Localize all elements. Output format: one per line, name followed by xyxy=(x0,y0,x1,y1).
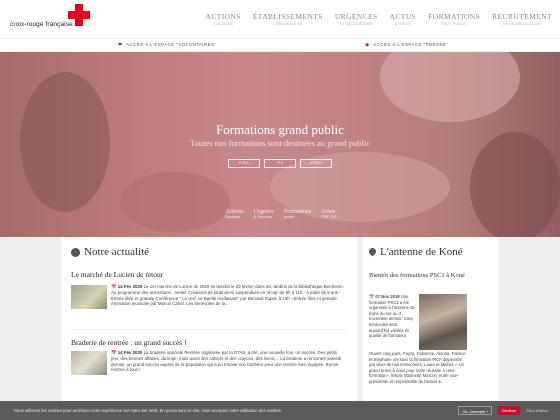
calendar-icon: 📅 xyxy=(369,294,375,299)
nav-recrutement[interactable]: RECRUTEMENT DE LA DÉLÉGATION xyxy=(492,12,552,26)
hero-title: Formations grand public xyxy=(216,122,344,137)
news-column: Notre actualité Le marché de Lucien de r… xyxy=(61,237,357,420)
article-title[interactable]: Le marché de Lucien de retour xyxy=(71,270,163,279)
logo-actions-sociales[interactable]: Actions Sociales xyxy=(225,209,244,219)
nav-formations[interactable]: FORMATIONS TOUT PUBLIC xyxy=(428,12,480,26)
red-cross-logo[interactable] xyxy=(68,4,90,26)
access-bar: ❤ ACCÈS À L'ESPACE "VOLONTAIRES" ◉ ACCÈS… xyxy=(0,38,560,52)
map-pin-icon xyxy=(369,248,376,257)
antenna-post-excerpt-continued: Ouvert cinq jours, Fayza, Fabienne, Alon… xyxy=(369,351,466,384)
news-heading: Notre actualité xyxy=(71,246,149,258)
cookie-decline-button[interactable]: Décliner xyxy=(498,406,520,415)
antenna-column: L'antenne de Koné Bientôt des formations… xyxy=(363,237,499,420)
hero-subtitle: Toutes nos formations sont destinées au … xyxy=(190,138,370,148)
site-header: croix-rouge française ACTIONS SOCIALES É… xyxy=(0,0,560,38)
cookie-accept-button[interactable]: Ok, j'accepte ! xyxy=(458,406,492,415)
press-access-link[interactable]: ◉ ACCÈS À L'ESPACE "PRESSE" xyxy=(365,42,448,48)
logo-formations[interactable]: Formations public xyxy=(284,209,311,219)
article-title[interactable]: Braderie de rentrée : un grand succès ! xyxy=(71,338,187,347)
article-thumbnail[interactable] xyxy=(71,351,107,375)
hero-banner: Formations grand public Toutes nos forma… xyxy=(0,52,560,237)
volunteers-access-link[interactable]: ❤ ACCÈS À L'ESPACE "VOLONTAIRES" xyxy=(118,42,216,48)
calendar-icon: 📅 xyxy=(111,284,117,289)
cookie-policy-link[interactable]: Pour d'infos xyxy=(525,406,549,415)
hero-buttons: PSC1 IPS IPSEN xyxy=(228,159,332,168)
brand-logo-text[interactable]: croix-rouge française xyxy=(10,21,73,28)
nav-etablissements[interactable]: ÉTABLISSEMENTS CRÈCHES & AS xyxy=(253,12,323,26)
nav-actions[interactable]: ACTIONS SOCIALES xyxy=(206,12,241,26)
partner-logos: Actions Sociales Urgence & Secours Formati… xyxy=(225,209,337,219)
antenna-heading: L'antenne de Koné xyxy=(369,246,463,258)
press-icon: ◉ xyxy=(365,42,370,48)
antenna-post-title[interactable]: Bientôt des formations PSC1 à Koné xyxy=(369,272,493,280)
article-excerpt: 📅 14 Fév 2020 Le 1er marché de Lucien de… xyxy=(111,284,344,307)
article-excerpt: 📅 14 Fév 2020 La braderie spéciale Rentr… xyxy=(111,350,342,373)
divider xyxy=(71,329,347,330)
psc1-button[interactable]: PSC1 xyxy=(228,159,260,168)
nav-actus[interactable]: ACTUS & INFOS xyxy=(390,12,417,26)
article-thumbnail[interactable] xyxy=(71,285,107,309)
cookie-text: Nous utilisons les cookies pour améliore… xyxy=(14,408,283,413)
ipsen-button[interactable]: IPSEN xyxy=(300,159,332,168)
calendar-icon: 📅 xyxy=(111,350,117,355)
ips-button[interactable]: IPS xyxy=(264,159,296,168)
content-area: Notre actualité Le marché de Lucien de r… xyxy=(0,237,560,420)
logo-actus[interactable]: Actus CRF DG xyxy=(321,209,336,219)
heart-icon: ❤ xyxy=(118,42,123,48)
antenna-post-image[interactable] xyxy=(419,294,467,350)
globe-icon xyxy=(71,247,80,257)
main-nav: ACTIONS SOCIALES ÉTABLISSEMENTS CRÈCHES … xyxy=(206,12,552,26)
logo-urgence-secours[interactable]: Urgence & Secours xyxy=(254,209,274,219)
antenna-post-excerpt: 📅 07 Nov 2019 Une formation PSC1 a été o… xyxy=(369,294,415,339)
cookie-banner: Nous utilisons les cookies pour améliore… xyxy=(0,401,560,420)
nav-urgences[interactable]: URGENCES ET SECOURISME xyxy=(335,12,378,26)
